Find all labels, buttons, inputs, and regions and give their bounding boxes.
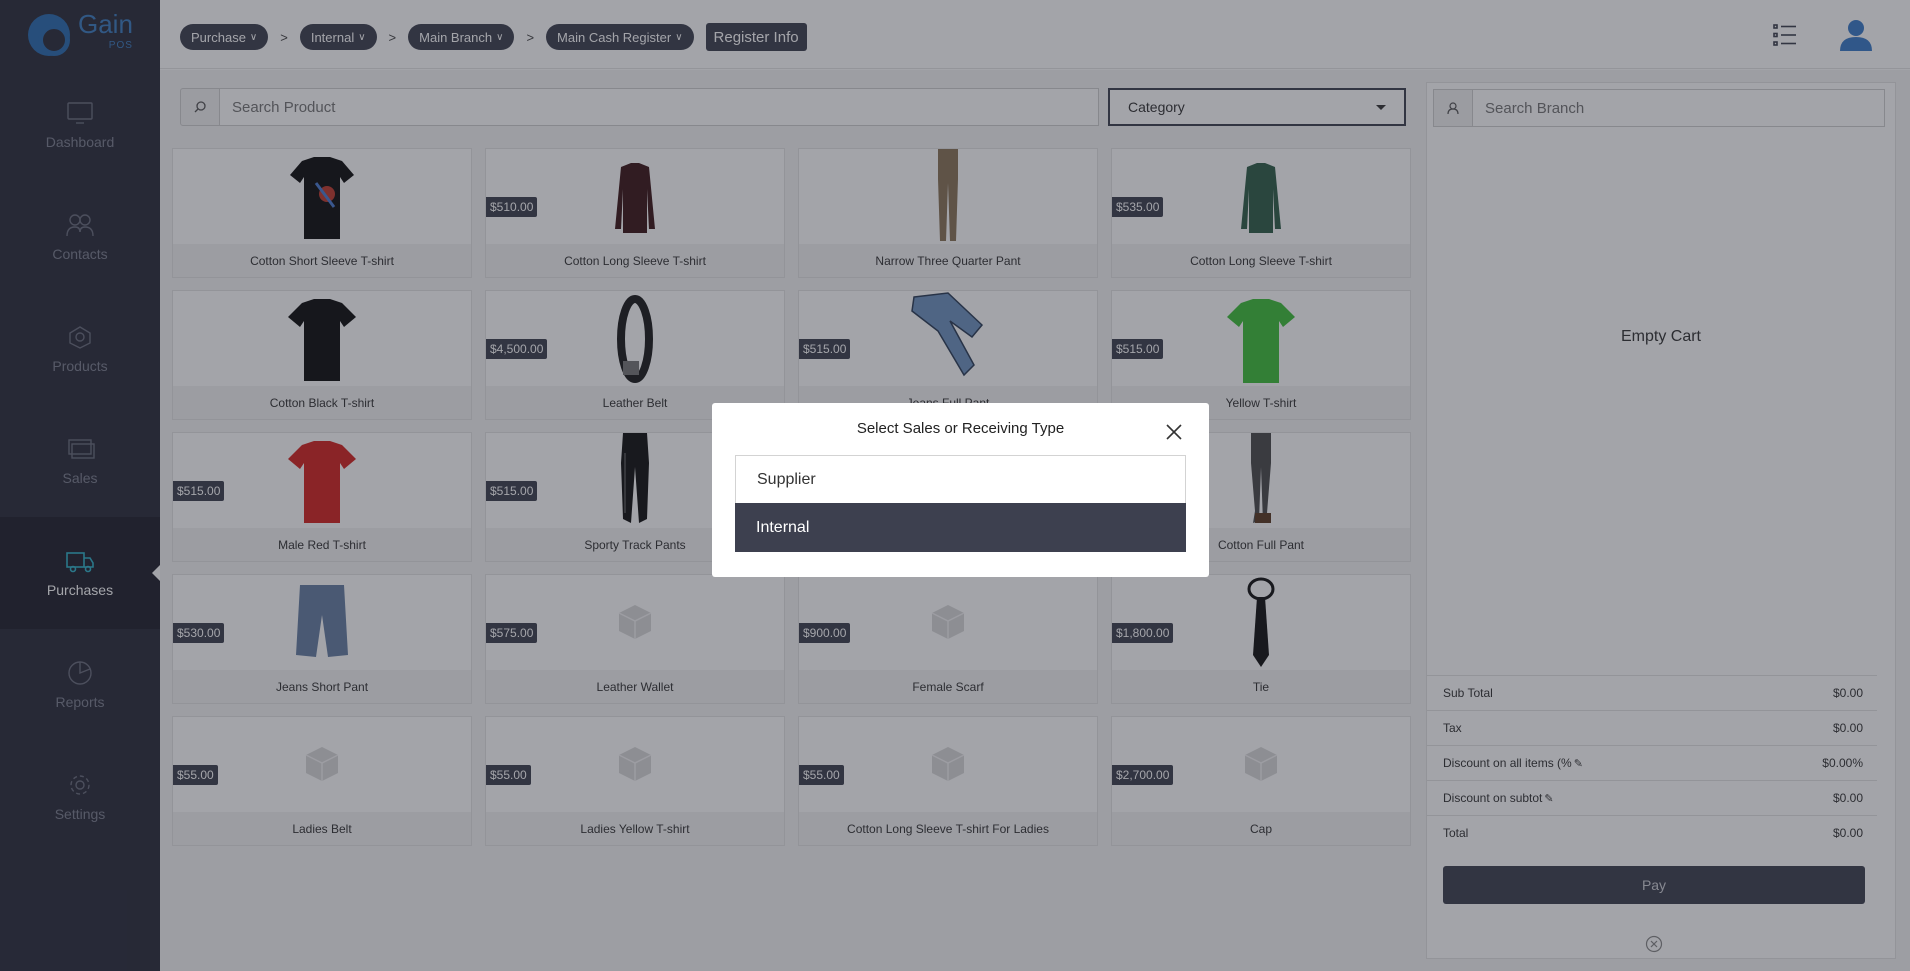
option-supplier[interactable]: Supplier [735,455,1186,504]
sales-type-modal: Select Sales or Receiving Type Supplier … [712,403,1209,577]
modal-title: Select Sales or Receiving Type [856,420,1065,437]
option-internal[interactable]: Internal [735,503,1186,552]
close-icon[interactable] [1165,423,1183,441]
